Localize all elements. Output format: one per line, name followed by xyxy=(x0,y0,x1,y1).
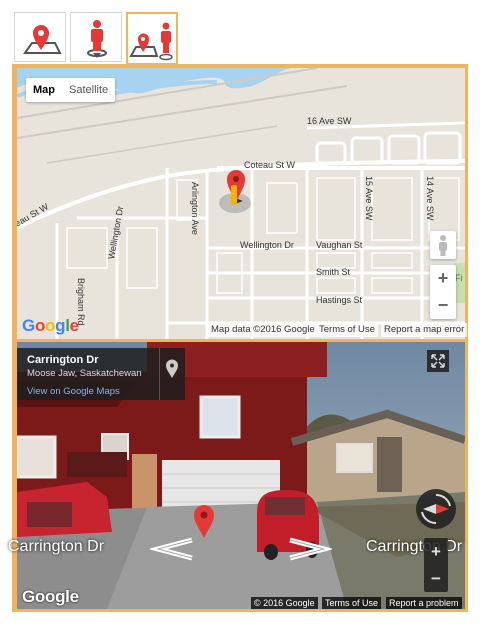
street-label: 14 Ave SW xyxy=(425,176,435,221)
street-label-left[interactable]: Carrington Dr xyxy=(8,538,104,556)
map-zoom-out-button[interactable]: − xyxy=(430,292,456,319)
street-view-marker-icon[interactable] xyxy=(193,504,215,540)
map-and-pegman-icon xyxy=(129,22,173,61)
navigate-right-arrow-icon[interactable] xyxy=(286,536,332,562)
map-data-attribution: Map data ©2016 Google xyxy=(208,323,318,337)
address-title: Carrington Dr xyxy=(27,354,99,366)
google-logo[interactable]: Google xyxy=(22,587,79,607)
pegman-icon xyxy=(87,20,107,58)
street-label: Smith St xyxy=(316,267,351,277)
map-type-satellite-button[interactable]: Satellite xyxy=(62,78,115,102)
street-label: Hastings St xyxy=(316,295,363,305)
street-label: Wellington Dr xyxy=(240,240,294,250)
map-zoom-control: + − xyxy=(430,265,456,319)
street-label: Vaughan St xyxy=(316,240,363,250)
map-report-error-link[interactable]: Report a map error xyxy=(381,323,468,337)
location-pin-icon[interactable] xyxy=(165,359,179,379)
pegman-position-icon xyxy=(231,185,237,205)
map-terms-link[interactable]: Terms of Use xyxy=(316,323,378,337)
street-view-zoom-in-button[interactable]: + xyxy=(424,538,448,565)
park-label: Fi xyxy=(455,273,463,283)
map-pin-icon xyxy=(23,25,62,54)
report-problem-link[interactable]: Report a problem xyxy=(386,597,462,609)
street-label: Arlington Ave xyxy=(190,182,200,235)
google-logo[interactable]: Google xyxy=(22,316,79,336)
street-label-right[interactable]: Carrington Dr xyxy=(366,538,465,556)
navigate-left-arrow-icon[interactable] xyxy=(150,536,196,562)
tab-map-and-street-view[interactable] xyxy=(126,12,178,65)
map-zoom-in-button[interactable]: + xyxy=(430,265,456,292)
street-view-zoom-control: + − xyxy=(424,538,448,592)
street-label: 16 Ave SW xyxy=(307,116,352,126)
tab-street-view[interactable] xyxy=(70,12,122,62)
view-on-google-maps-link[interactable]: View on Google Maps xyxy=(27,386,120,397)
pegman-icon xyxy=(439,235,447,256)
tab-map-view[interactable] xyxy=(14,12,66,62)
divider xyxy=(159,348,160,400)
street-label: 15 Ave SW xyxy=(364,176,374,221)
map-type-map-button[interactable]: Map xyxy=(26,78,62,102)
pegman-control[interactable] xyxy=(430,231,456,259)
address-card: Carrington Dr Moose Jaw, Saskatchewan Vi… xyxy=(17,348,185,400)
map-panel[interactable]: 16 Ave SW Coteau St W Arlington Ave 15 A… xyxy=(17,68,465,339)
compass-icon[interactable] xyxy=(413,486,459,532)
street-view-zoom-out-button[interactable]: − xyxy=(424,565,448,592)
street-label: Coteau St W xyxy=(244,160,296,170)
street-view-copyright: © 2016 Google xyxy=(251,597,318,609)
address-subtitle: Moose Jaw, Saskatchewan xyxy=(27,368,142,379)
map-type-control: Map Satellite xyxy=(26,78,116,102)
fullscreen-icon[interactable] xyxy=(427,350,449,372)
street-view-terms-link[interactable]: Terms of Use xyxy=(322,597,382,609)
